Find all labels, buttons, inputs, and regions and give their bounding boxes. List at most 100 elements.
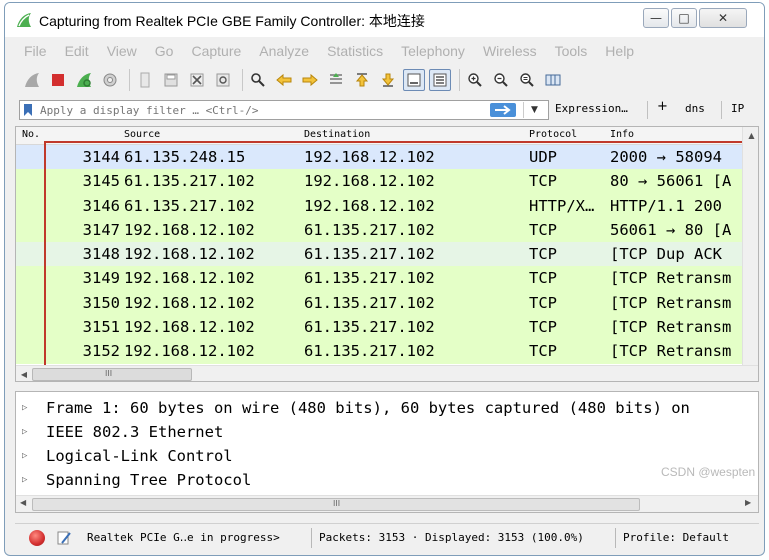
menu-statistics[interactable]: Statistics [318, 43, 392, 59]
packet-row[interactable]: 3147 192.168.12.102 61.135.217.102 TCP 5… [16, 217, 742, 243]
stop-capture-button[interactable] [47, 69, 69, 91]
zoom-in-button[interactable] [464, 69, 486, 91]
display-filter-input[interactable] [40, 102, 480, 118]
column-header-info[interactable]: Info [610, 129, 634, 140]
filter-button-dns[interactable]: dns [685, 102, 705, 115]
packet-info: [TCP Dup ACK [610, 245, 722, 264]
resize-columns-button[interactable] [542, 69, 564, 91]
go-back-button[interactable] [273, 69, 295, 91]
menu-tools[interactable]: Tools [546, 43, 597, 59]
menu-help[interactable]: Help [596, 43, 643, 59]
menu-wireless[interactable]: Wireless [474, 43, 546, 59]
save-file-button[interactable] [160, 69, 182, 91]
packet-row[interactable]: 3148 192.168.12.102 61.135.217.102 TCP [… [16, 242, 742, 267]
packet-list-horizontal-scrollbar[interactable]: ◀ III [16, 365, 758, 381]
expand-arrow-icon[interactable]: ▷ [22, 475, 36, 485]
detail-item-frame[interactable]: ▷ Frame 1: 60 bytes on wire (480 bits), … [22, 396, 690, 420]
add-filter-button[interactable]: + [657, 99, 668, 114]
find-packet-button[interactable] [247, 69, 269, 91]
close-file-button[interactable] [186, 69, 208, 91]
scrollbar-thumb[interactable]: III [32, 498, 640, 511]
normal-size-button[interactable] [516, 69, 538, 91]
menu-telephony[interactable]: Telephony [392, 43, 474, 59]
menu-go[interactable]: Go [146, 43, 183, 59]
scroll-up-icon[interactable]: ▲ [743, 127, 758, 143]
packet-row[interactable]: 3151 192.168.12.102 61.135.217.102 TCP [… [16, 315, 742, 340]
detail-item-label: Logical-Link Control [46, 447, 233, 465]
filter-button-ip[interactable]: IP [731, 102, 744, 115]
auto-scroll-icon [407, 73, 421, 87]
auto-scroll-button[interactable] [403, 69, 425, 91]
packet-protocol: TCP [529, 293, 557, 312]
menu-view[interactable]: View [98, 43, 146, 59]
go-to-packet-button[interactable] [325, 69, 347, 91]
close-button[interactable]: ✕ [699, 8, 747, 28]
column-header-protocol[interactable]: Protocol [529, 129, 577, 140]
scroll-left-icon[interactable]: ◀ [18, 368, 30, 381]
display-filter-bar: ▼ Expression… + dns IP [15, 98, 759, 122]
packet-count-status: Packets: 3153 · Displayed: 3153 (100.0%) [319, 531, 584, 544]
packet-source: 192.168.12.102 [124, 293, 255, 312]
bookmark-icon[interactable] [23, 103, 33, 117]
packet-info: 2000 → 58094 [610, 148, 722, 166]
expand-arrow-icon[interactable]: ▷ [22, 403, 36, 413]
packet-row[interactable]: 3144 61.135.248.15 192.168.12.102 UDP 20… [16, 145, 742, 170]
zoom-out-button[interactable] [490, 69, 512, 91]
go-forward-button[interactable] [299, 69, 321, 91]
wireshark-window: Capturing from Realtek PCIe GBE Family C… [4, 2, 765, 556]
expand-arrow-icon[interactable]: ▷ [22, 427, 36, 437]
packet-source: 61.135.217.102 [124, 196, 255, 215]
apply-filter-button[interactable] [490, 103, 516, 117]
minimize-button[interactable]: — [643, 8, 669, 28]
colorize-button[interactable] [429, 69, 451, 91]
scrollbar-thumb[interactable]: III [32, 368, 192, 381]
profile-status[interactable]: Profile: Default [623, 531, 729, 544]
menu-edit[interactable]: Edit [56, 43, 98, 59]
details-horizontal-scrollbar[interactable]: ◀ III ▶ [16, 495, 758, 512]
colorize-list-icon [433, 73, 447, 87]
detail-item-ethernet[interactable]: ▷ IEEE 802.3 Ethernet [22, 420, 223, 444]
last-packet-icon [381, 73, 395, 87]
detail-item-llc[interactable]: ▷ Logical-Link Control [22, 444, 233, 468]
menu-bar: File Edit View Go Capture Analyze Statis… [15, 40, 759, 62]
packet-protocol: UDP [529, 148, 557, 166]
detail-item-stp[interactable]: ▷ Spanning Tree Protocol [22, 468, 251, 492]
scroll-left-icon[interactable]: ◀ [20, 498, 26, 507]
menu-file[interactable]: File [15, 43, 56, 59]
packet-row[interactable]: 3152 192.168.12.102 61.135.217.102 TCP [… [16, 339, 742, 364]
edit-comment-icon[interactable] [55, 529, 73, 547]
open-file-button[interactable] [134, 69, 156, 91]
packet-row[interactable]: 3145 61.135.217.102 192.168.12.102 TCP 8… [16, 169, 742, 194]
capture-options-button[interactable] [99, 69, 121, 91]
reload-file-button[interactable] [212, 69, 234, 91]
packet-list-vertical-scrollbar[interactable]: ▲ [742, 127, 758, 365]
column-header-destination[interactable]: Destination [304, 129, 370, 140]
arrow-left-icon [276, 73, 292, 87]
expression-button[interactable]: Expression… [555, 102, 628, 115]
detail-item-label: Spanning Tree Protocol [46, 471, 252, 489]
restart-capture-button[interactable] [73, 69, 95, 91]
menu-analyze[interactable]: Analyze [250, 43, 318, 59]
first-packet-button[interactable] [351, 69, 373, 91]
menu-capture[interactable]: Capture [182, 43, 250, 59]
column-header-source[interactable]: Source [124, 129, 160, 140]
packet-number: 3145 [82, 172, 120, 191]
packet-source: 192.168.12.102 [124, 245, 255, 264]
packet-row[interactable]: 3146 61.135.217.102 192.168.12.102 HTTP/… [16, 193, 742, 218]
filter-history-dropdown[interactable]: ▼ [523, 102, 545, 118]
maximize-button[interactable]: □ [671, 8, 697, 28]
packet-info: [TCP Retransm [610, 269, 732, 288]
close-file-icon [190, 73, 204, 87]
restart-fin-icon [77, 73, 91, 87]
packet-row[interactable]: 3149 192.168.12.102 61.135.217.102 TCP [… [16, 266, 742, 291]
start-capture-button[interactable] [21, 69, 43, 91]
column-header-no[interactable]: No. [22, 129, 40, 140]
packet-destination: 61.135.217.102 [304, 293, 435, 312]
expand-arrow-icon[interactable]: ▷ [22, 451, 36, 461]
packet-source: 192.168.12.102 [124, 342, 255, 361]
toolbar-separator [242, 69, 243, 91]
expert-info-icon[interactable] [29, 530, 45, 546]
last-packet-button[interactable] [377, 69, 399, 91]
packet-row[interactable]: 3150 192.168.12.102 61.135.217.102 TCP [… [16, 290, 742, 316]
scroll-right-icon[interactable]: ▶ [745, 498, 751, 507]
